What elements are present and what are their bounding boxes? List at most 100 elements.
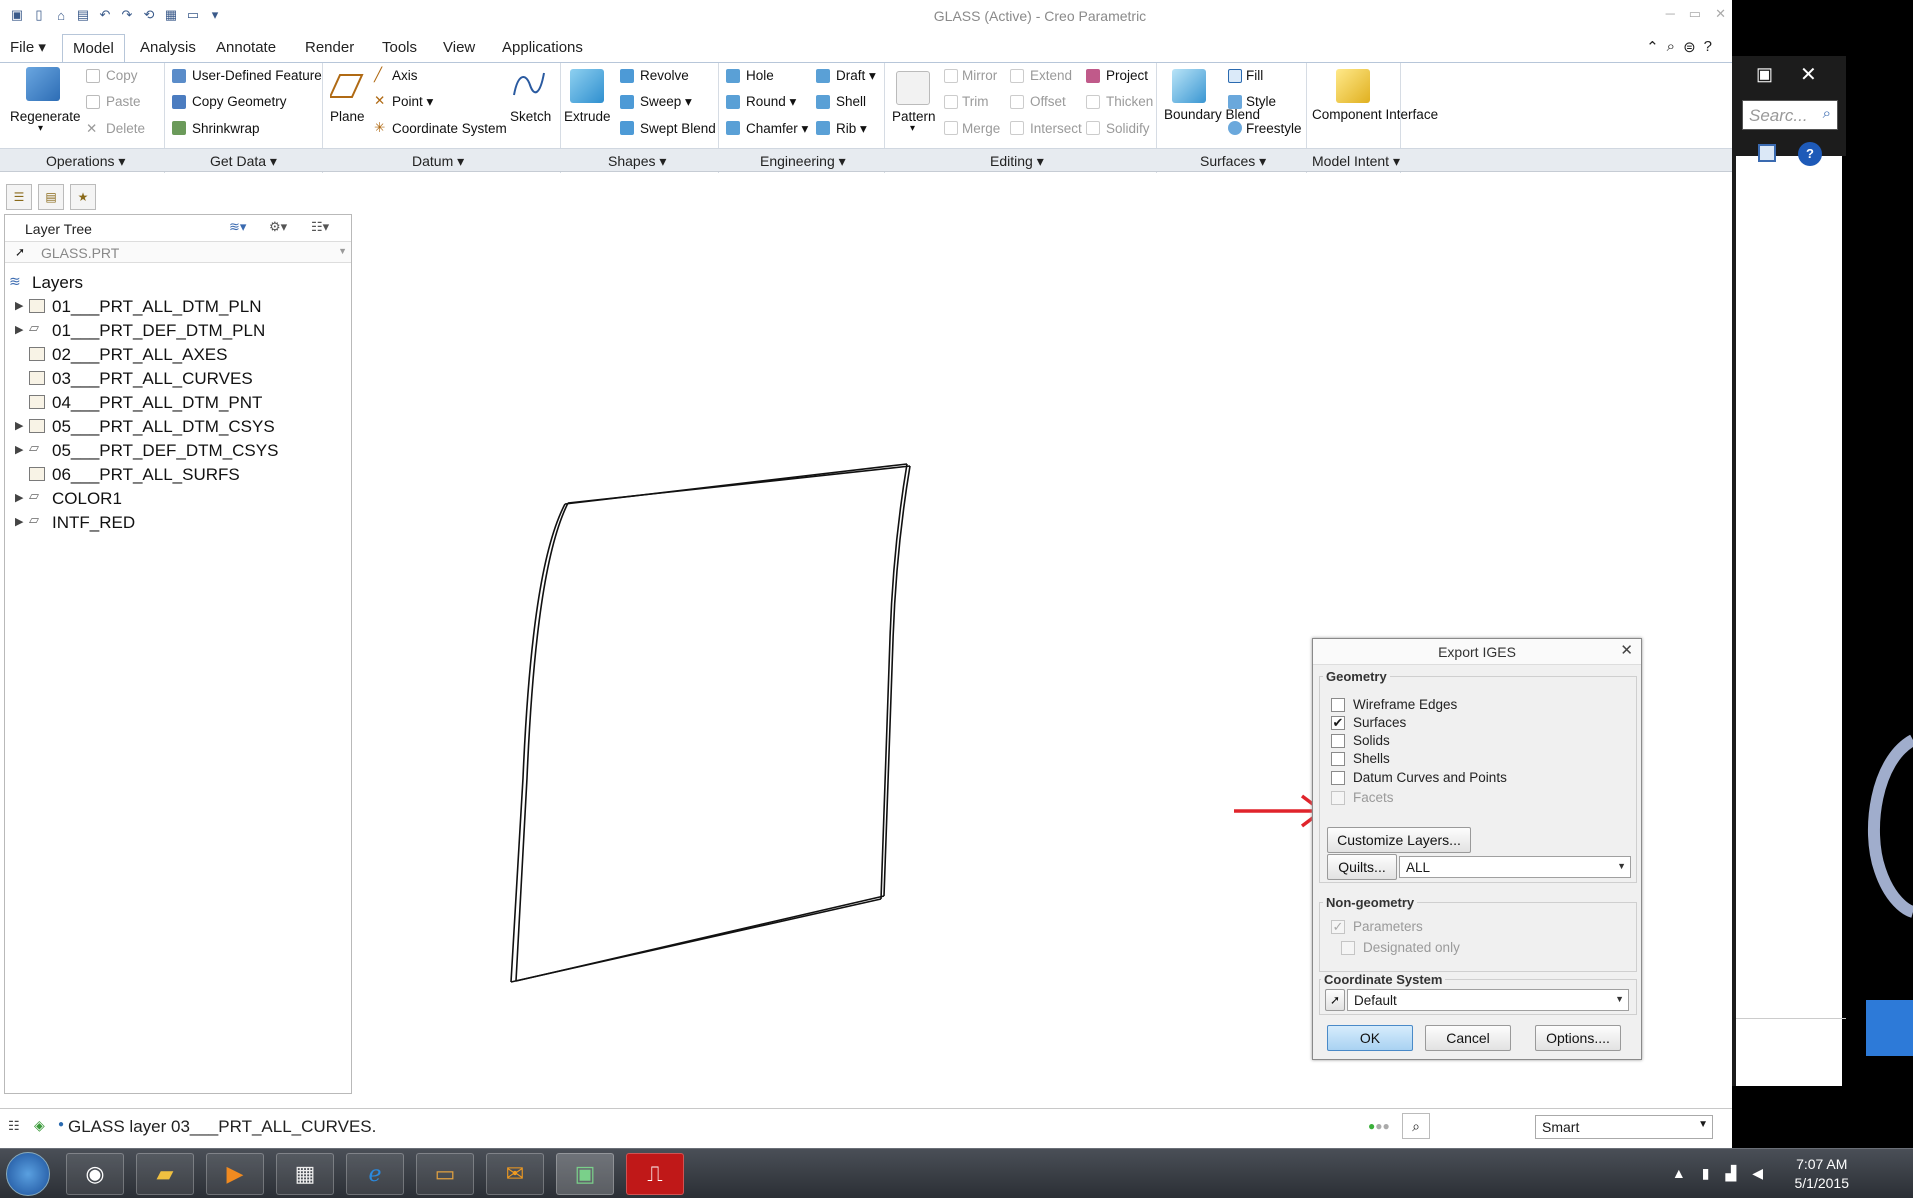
cancel-button[interactable]: Cancel <box>1425 1025 1511 1051</box>
quilts-button[interactable]: Quilts... <box>1327 854 1397 880</box>
help-icon[interactable]: ? <box>1798 142 1822 166</box>
community-icon[interactable]: ⊜ <box>1683 38 1696 56</box>
geometry-option-checkbox[interactable] <box>1331 752 1345 766</box>
show-hidden-icons-icon[interactable]: ▲ <box>1672 1165 1686 1182</box>
pattern-icon[interactable] <box>896 71 930 105</box>
csys-pick-arrow-icon[interactable]: ➚ <box>1325 989 1345 1011</box>
customize-layers-button[interactable]: Customize Layers... <box>1327 827 1471 853</box>
plane-button[interactable]: Plane <box>330 109 365 124</box>
layer-tools-icon[interactable]: ⚙▾ <box>269 219 287 235</box>
project-button[interactable]: Project <box>1106 68 1148 83</box>
tab-annotate[interactable]: Annotate <box>206 34 286 62</box>
shell-button[interactable]: Shell <box>836 94 866 109</box>
paste-button[interactable]: Paste <box>106 94 141 109</box>
extend-button[interactable]: Extend <box>1030 68 1072 83</box>
options-button[interactable]: Options.... <box>1535 1025 1621 1051</box>
clock[interactable]: 7:07 AM 5/1/2015 <box>1795 1155 1850 1193</box>
geometry-option-checkbox[interactable]: ✔ <box>1331 716 1345 730</box>
selection-filter[interactable]: Smart ▼ <box>1535 1115 1713 1139</box>
axis-button[interactable]: Axis <box>392 68 418 83</box>
geometry-option-checkbox[interactable] <box>1331 791 1345 805</box>
rib-button[interactable]: Rib ▾ <box>836 121 867 137</box>
expand-arrow-icon[interactable]: ▶ <box>15 491 23 504</box>
maximize-icon[interactable]: ▣ <box>1756 64 1773 85</box>
fill-button[interactable]: Fill <box>1246 68 1263 83</box>
regenerate-icon[interactable] <box>26 67 60 101</box>
pattern-button[interactable]: Pattern <box>892 109 936 124</box>
solidify-button[interactable]: Solidify <box>1106 121 1150 136</box>
favorites-tab-icon[interactable]: ★ <box>70 184 96 210</box>
quilts-select[interactable]: ALL ▼ <box>1399 856 1631 878</box>
coordinate-system-button[interactable]: Coordinate System <box>392 121 507 136</box>
geometry-option-checkbox[interactable] <box>1331 771 1345 785</box>
draft-button[interactable]: Draft ▾ <box>836 68 876 84</box>
component-interface-button[interactable]: Component Interface <box>1312 107 1438 123</box>
copy-geometry-button[interactable]: Copy Geometry <box>192 94 287 109</box>
thicken-button[interactable]: Thicken <box>1106 94 1153 109</box>
find-icon[interactable]: ⌕ <box>1402 1113 1430 1139</box>
shrinkwrap-button[interactable]: Shrinkwrap <box>192 121 260 136</box>
copy-button[interactable]: Copy <box>106 68 138 83</box>
tab-applications[interactable]: Applications <box>492 34 593 62</box>
dialog-close-icon[interactable]: ✕ <box>1620 641 1633 659</box>
minimize-icon[interactable]: ─ <box>1666 6 1675 22</box>
folder-browser-tab-icon[interactable]: ▤ <box>38 184 64 210</box>
group-operations[interactable]: Operations ▾ <box>46 153 125 170</box>
delete-button[interactable]: Delete <box>106 121 145 136</box>
minimize-ribbon-icon[interactable]: ⌃ <box>1646 38 1659 56</box>
style-button[interactable]: Style <box>1246 94 1276 109</box>
network-icon[interactable]: ▟ <box>1725 1165 1736 1182</box>
sweep-button[interactable]: Sweep ▾ <box>640 94 692 110</box>
offset-button[interactable]: Offset <box>1030 94 1066 109</box>
creo-taskbar-icon[interactable]: ▣ <box>556 1153 614 1195</box>
expand-arrow-icon[interactable]: ▶ <box>15 443 23 456</box>
geometry-option-checkbox[interactable] <box>1331 698 1345 712</box>
file-explorer-icon[interactable]: ▰ <box>136 1153 194 1195</box>
expand-arrow-icon[interactable]: ▶ <box>15 515 23 528</box>
maximize-icon[interactable]: ▭ <box>1689 6 1701 22</box>
panel-toggle-icon[interactable] <box>1758 144 1776 162</box>
layer-display-icon[interactable]: ≋▾ <box>229 219 246 235</box>
active-model-selector[interactable]: ➚ GLASS.PRT ▼ <box>5 241 351 263</box>
designated-only-checkbox[interactable] <box>1341 941 1355 955</box>
hole-button[interactable]: Hole <box>746 68 774 83</box>
round-button[interactable]: Round ▾ <box>746 94 796 110</box>
expand-arrow-icon[interactable]: ▶ <box>15 323 23 336</box>
app-window-icon[interactable]: ▦ <box>276 1153 334 1195</box>
tab-view[interactable]: View <box>433 34 485 62</box>
mirror-button[interactable]: Mirror <box>962 68 997 83</box>
intersect-button[interactable]: Intersect <box>1030 121 1082 136</box>
group-model-intent[interactable]: Model Intent ▾ <box>1312 153 1400 170</box>
tab-tools[interactable]: Tools <box>372 34 427 62</box>
expand-arrow-icon[interactable]: ▶ <box>15 419 23 432</box>
search-icon[interactable]: ⌕ <box>1667 38 1675 56</box>
group-surfaces[interactable]: Surfaces ▾ <box>1200 153 1266 170</box>
group-get-data[interactable]: Get Data ▾ <box>210 153 277 170</box>
regenerate-button[interactable]: Regenerate <box>10 109 81 124</box>
tab-file[interactable]: File ▾ <box>0 34 56 62</box>
group-shapes[interactable]: Shapes ▾ <box>608 153 666 170</box>
group-editing[interactable]: Editing ▾ <box>990 153 1044 170</box>
csys-select[interactable]: Default ▼ <box>1347 989 1629 1011</box>
group-engineering[interactable]: Engineering ▾ <box>760 153 846 170</box>
tab-analysis[interactable]: Analysis <box>130 34 206 62</box>
side-search-input[interactable]: Searc... ⌕ <box>1742 100 1838 130</box>
point-button[interactable]: Point ▾ <box>392 94 433 110</box>
model-tree-tab-icon[interactable]: ☰ <box>6 184 32 210</box>
sketch-button[interactable]: Sketch <box>510 109 551 124</box>
toggle-navigator-icon[interactable]: ☷ <box>8 1118 20 1134</box>
parameters-checkbox[interactable]: ✓ <box>1331 920 1345 934</box>
plane-icon[interactable] <box>328 71 364 105</box>
extrude-button[interactable]: Extrude <box>564 109 611 124</box>
outlook-icon[interactable]: ✉ <box>486 1153 544 1195</box>
hp-app-icon[interactable]: ◉ <box>66 1153 124 1195</box>
component-interface-icon[interactable] <box>1336 69 1370 103</box>
expand-arrow-icon[interactable]: ▶ <box>15 299 23 312</box>
freestyle-button[interactable]: Freestyle <box>1246 121 1302 136</box>
battery-icon[interactable]: ▮ <box>1702 1165 1710 1182</box>
tree-settings-icon[interactable]: ☷▾ <box>311 219 329 235</box>
boundary-blend-icon[interactable] <box>1172 69 1206 103</box>
internet-explorer-icon[interactable]: ℯ <box>346 1153 404 1195</box>
group-datum[interactable]: Datum ▾ <box>412 153 464 170</box>
pattern-dropdown-icon[interactable]: ▾ <box>910 123 915 134</box>
